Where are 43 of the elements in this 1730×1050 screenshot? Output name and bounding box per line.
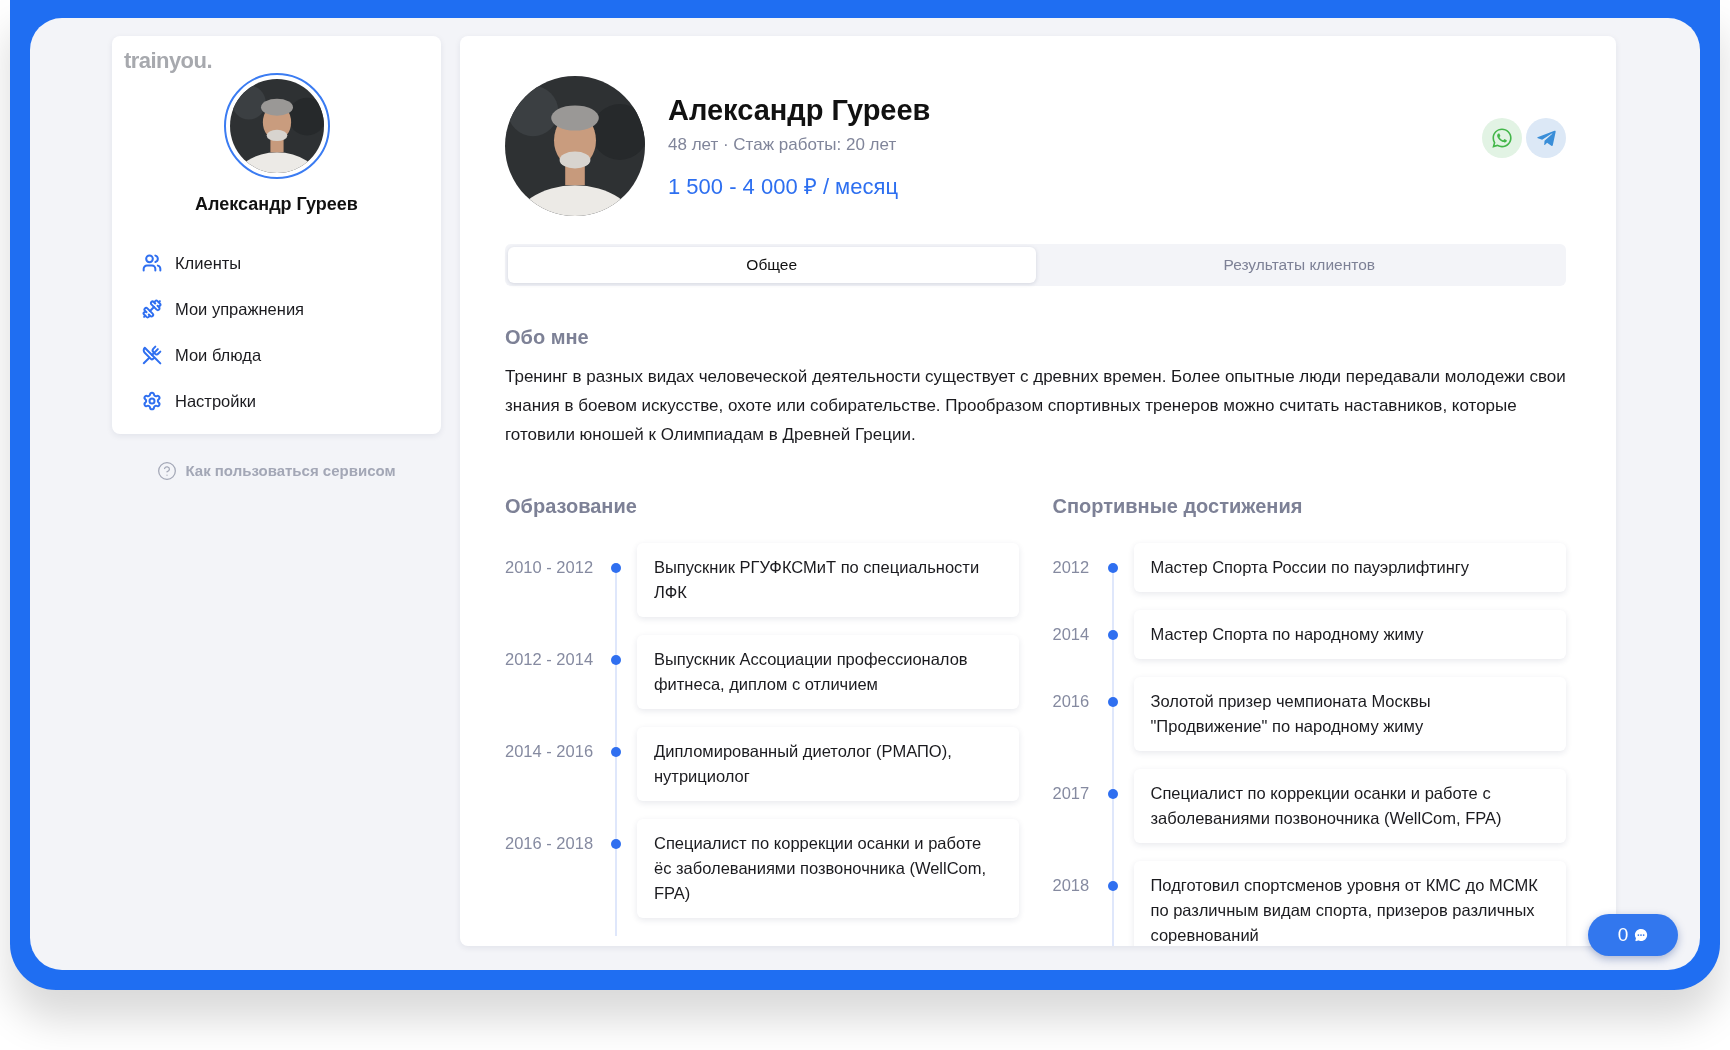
- section-heading: Образование: [505, 494, 638, 519]
- timeline-card: Дипломированный диетолог (РМАПО), нутрициолог: [637, 727, 1019, 801]
- price: 1 500 - 4 000 ₽ / месяц: [668, 172, 899, 201]
- tab[interactable]: Общее: [508, 247, 1036, 283]
- help-icon: [157, 461, 178, 482]
- chat-button[interactable]: 0: [1588, 914, 1678, 956]
- nav-item[interactable]: Мои упражнения: [142, 294, 429, 324]
- trainer-name: Александр Гуреев: [668, 93, 932, 128]
- utensils-icon: [142, 345, 162, 365]
- timeline-card: Золотой призер чемпионата Москвы "Продвижение" по народному жиму: [1133, 677, 1566, 751]
- timeline-date: 2018: [1052, 876, 1090, 894]
- tab[interactable]: Результаты клиентов: [1035, 247, 1563, 283]
- about-text: Тренинг в разных видах человеческой деятельности существует с древних времен. Более опытные люди передавали молодежи свои знания в боевом искусстве, охоте или собирательстве. Прообразом спортивных тренеров можно считать наставников, которые готовили юношей к Олимпиадам в Древней Греции.: [505, 366, 1566, 446]
- timeline-card: Выпускник РГУФКСМиТ по специальности ЛФК: [637, 543, 1019, 617]
- timeline-card: Специалист по коррекции осанки и работе ёс заболеваниями позвоночника (WellCom, FPA): [637, 819, 1019, 918]
- timeline-date: 2014: [1052, 625, 1090, 643]
- section-heading: Спортивные достижения: [1052, 494, 1304, 519]
- users-icon: [142, 253, 162, 273]
- timeline-date: 2016: [1052, 692, 1090, 710]
- timeline-card: Подготовил спортсменов уровня от КМС до МСМК по различным видам спорта, призеров различных соревнований: [1133, 861, 1566, 946]
- timeline-date: 2010 - 2012: [505, 558, 594, 576]
- nav-item[interactable]: Настройки: [142, 386, 429, 416]
- timeline-card: Мастер Спорта России по пауэрлифтингу: [1133, 543, 1566, 592]
- timeline-date: 2012 - 2014: [505, 650, 594, 668]
- timeline-date: 2014 - 2016: [505, 742, 594, 760]
- profile-name: Александр Гуреев: [194, 193, 359, 216]
- chat-icon: [1634, 928, 1649, 942]
- timeline-date: 2012: [1052, 558, 1090, 576]
- telegram-button[interactable]: [1526, 118, 1566, 158]
- nav-item[interactable]: Клиенты: [142, 248, 429, 278]
- timeline-card: Специалист по коррекции осанки и работе с заболеваниями позвоночника (WellCom, FPA): [1133, 769, 1566, 843]
- dumbbell-icon: [142, 299, 162, 319]
- settings-icon: [142, 391, 162, 411]
- timeline-date: 2017: [1052, 784, 1090, 802]
- whatsapp-button[interactable]: [1482, 118, 1522, 158]
- timeline-card: Мастер Спорта по народному жиму: [1133, 610, 1566, 659]
- timeline-card: Выпускник Ассоциации профессионалов фитнеса, диплом с отличием: [637, 635, 1019, 709]
- timeline-date: 2016 - 2018: [505, 834, 594, 852]
- section-heading: Обо мне: [505, 325, 590, 350]
- logo: trainyou.: [124, 47, 213, 75]
- whatsapp-icon: [1491, 127, 1513, 149]
- trainer-meta: 48 лет · Стаж работы: 20 лет: [668, 134, 898, 156]
- nav-item[interactable]: Мои блюда: [142, 340, 429, 370]
